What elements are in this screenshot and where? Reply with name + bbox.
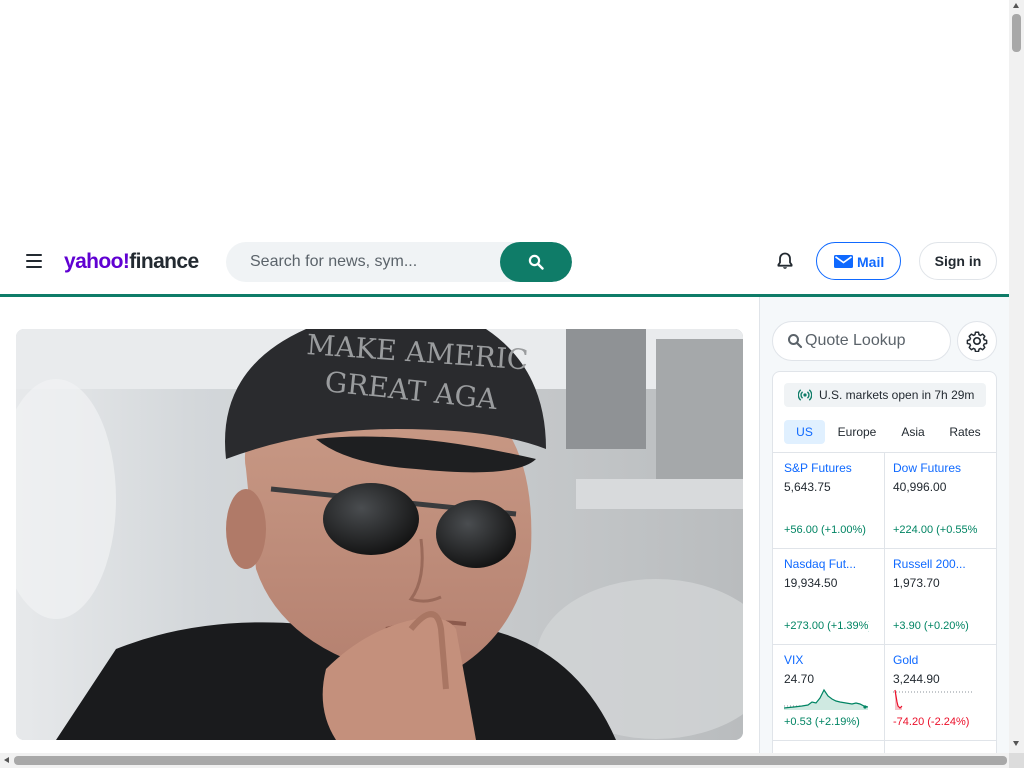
horizontal-scrollbar[interactable] <box>0 753 1009 768</box>
vertical-scroll-thumb[interactable] <box>1012 14 1021 52</box>
broadcast-icon <box>798 389 812 401</box>
scroll-down-arrow-icon[interactable] <box>1013 741 1019 746</box>
scroll-up-arrow-icon[interactable] <box>1013 3 1019 8</box>
quote-tile-sp-futures[interactable]: S&P Futures 5,643.75 +56.00 (+1.00%) <box>784 452 884 547</box>
quote-price: 1,973.70 <box>893 576 940 590</box>
hero-image[interactable]: MAKE AMERIC GREAT AGA <box>16 329 743 740</box>
scroll-left-arrow-icon[interactable] <box>4 757 9 763</box>
search-icon <box>528 254 544 270</box>
grid-divider <box>884 452 885 753</box>
quote-tile-dow-futures[interactable]: Dow Futures 40,996.00 +224.00 (+0.55%) <box>893 452 993 547</box>
search-input[interactable] <box>226 242 500 282</box>
quote-lookup-field <box>772 321 951 361</box>
ad-space <box>0 0 1009 240</box>
market-status: U.S. markets open in 7h 29m <box>784 383 986 407</box>
settings-button[interactable] <box>957 321 997 361</box>
quote-price: 3,244.90 <box>893 672 940 686</box>
hero-photo-illustration: MAKE AMERIC GREAT AGA <box>16 329 743 740</box>
quote-tile-gold[interactable]: Gold 3,244.90 -74.20 (-2.24%) <box>893 644 993 739</box>
market-region-tabs: US Europe Asia Rates <box>784 420 994 444</box>
vertical-scrollbar[interactable] <box>1009 0 1024 753</box>
quote-change: -74.20 (-2.24%) <box>893 716 970 728</box>
search-icon <box>788 334 803 349</box>
quote-change: +0.53 (+2.19%) <box>784 716 860 728</box>
search-bar <box>226 242 572 282</box>
tab-rates[interactable]: Rates <box>944 420 986 444</box>
horizontal-scroll-thumb[interactable] <box>14 756 1007 765</box>
quote-tile-nasdaq-futures[interactable]: Nasdaq Fut... 19,934.50 +273.00 (+1.39%) <box>784 548 884 643</box>
vix-sparkline <box>784 688 868 710</box>
yahoo-finance-logo[interactable]: yahoo!finance <box>64 249 199 275</box>
quote-change: +273.00 (+1.39%) <box>784 620 869 632</box>
bell-icon[interactable] <box>774 250 796 272</box>
mail-label: Mail <box>857 254 885 270</box>
quote-name: Russell 200... <box>893 557 966 571</box>
quote-name: Dow Futures <box>893 461 962 475</box>
envelope-icon <box>834 255 853 268</box>
page: yahoo!finance Mail Sign in <box>0 0 1009 753</box>
quote-tile-russell-2000[interactable]: Russell 200... 1,973.70 +3.90 (+0.20%) <box>893 548 993 643</box>
quote-name: Nasdaq Fut... <box>784 557 857 571</box>
markets-card: U.S. markets open in 7h 29m US Europe As… <box>772 371 997 753</box>
quote-change: +56.00 (+1.00%) <box>784 524 866 536</box>
quote-lookup-input[interactable] <box>805 322 945 360</box>
tab-europe[interactable]: Europe <box>832 420 882 444</box>
gear-icon <box>966 331 988 352</box>
quote-name: Gold <box>893 653 919 667</box>
quote-name: S&P Futures <box>784 461 852 475</box>
grid-divider <box>773 740 996 741</box>
quote-price: 19,934.50 <box>784 576 838 590</box>
tab-us[interactable]: US <box>784 420 825 444</box>
quote-price: 24.70 <box>784 672 815 686</box>
gold-sparkline <box>893 689 973 710</box>
scrollbar-corner <box>1009 753 1024 768</box>
quote-name: VIX <box>784 653 804 667</box>
quote-tile-vix[interactable]: VIX 24.70 +0.53 (+2.19%) <box>784 644 884 739</box>
quote-change: +224.00 (+0.55%) <box>893 524 977 536</box>
quote-price: 5,643.75 <box>784 480 831 494</box>
mail-button[interactable]: Mail <box>816 242 901 280</box>
hamburger-menu-icon[interactable] <box>24 250 46 272</box>
logo-yahoo: yahoo! <box>64 250 130 273</box>
quote-price: 40,996.00 <box>893 480 947 494</box>
market-status-text: U.S. markets open in 7h 29m <box>819 388 975 402</box>
quote-change: +3.90 (+0.20%) <box>893 620 969 632</box>
tab-asia[interactable]: Asia <box>894 420 932 444</box>
sign-in-button[interactable]: Sign in <box>919 242 997 280</box>
logo-finance: finance <box>129 250 199 273</box>
search-button[interactable] <box>500 242 572 282</box>
